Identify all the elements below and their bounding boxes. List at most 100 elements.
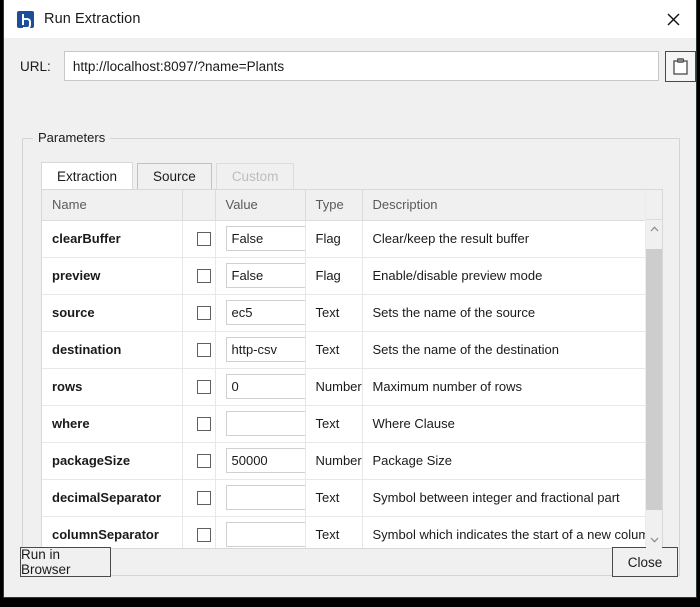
parameter-value-cell: 50000	[215, 442, 306, 480]
parameter-value-input[interactable]: False	[225, 226, 306, 251]
table-row: preview False Flag Enable/disable preview m…	[42, 257, 645, 295]
table-row: destination http-csv Text Sets the name of …	[42, 331, 645, 369]
scrollbar-thumb[interactable]	[646, 249, 662, 510]
parameters-group: Parameters Extraction Source Custom Name…	[22, 130, 680, 576]
chevron-down-icon	[650, 537, 658, 543]
parameter-description: Symbol between integer and fractional pa…	[362, 479, 645, 517]
parameter-type: Text	[305, 294, 363, 332]
parameter-type: Number	[305, 368, 363, 406]
parameter-description: Sets the name of the source	[362, 294, 645, 332]
parameter-checkbox[interactable]	[196, 417, 211, 432]
parameter-value-cell: False	[215, 257, 306, 295]
parameter-enable-cell	[182, 294, 216, 332]
close-window-button[interactable]	[650, 0, 696, 38]
parameter-checkbox[interactable]	[196, 306, 211, 321]
parameter-value-cell: 0	[215, 368, 306, 406]
tab-extraction[interactable]: Extraction	[41, 162, 134, 190]
tab-custom: Custom	[215, 163, 295, 190]
parameter-type: Flag	[305, 220, 363, 258]
parameter-description: Enable/disable preview mode	[362, 257, 645, 295]
parameter-name: clearBuffer	[42, 220, 183, 258]
chevron-up-icon	[650, 225, 658, 231]
table-row: rows 0 Number Maximum number of rows	[42, 368, 645, 406]
scrollbar-track[interactable]	[646, 237, 662, 531]
parameter-value-cell	[215, 405, 306, 443]
parameter-type: Text	[305, 479, 363, 517]
parameters-legend: Parameters	[33, 130, 111, 145]
table-row: packageSize 50000 Number Package Size	[42, 442, 645, 480]
url-row: URL: http://localhost:8097/?name=Plants	[4, 50, 696, 82]
scroll-up-button[interactable]	[646, 220, 662, 237]
column-header-name: Name	[42, 190, 183, 221]
parameter-checkbox[interactable]	[196, 343, 211, 358]
parameters-table-body: clearBuffer False Flag Clear/keep the resul…	[42, 220, 645, 548]
column-header-value: Value	[215, 190, 306, 221]
close-icon	[667, 13, 679, 25]
run-in-browser-button[interactable]: Run in Browser	[20, 547, 111, 577]
parameter-enable-cell	[182, 220, 216, 258]
url-input[interactable]: http://localhost:8097/?name=Plants	[63, 51, 660, 81]
parameter-checkbox[interactable]	[196, 454, 211, 469]
parameter-name: decimalSeparator	[42, 479, 183, 517]
column-header-type: Type	[305, 190, 363, 221]
parameter-description: Package Size	[362, 442, 645, 480]
dialog-footer: Run in Browser Close	[4, 537, 696, 597]
parameter-value-input[interactable]: 50000	[225, 448, 306, 473]
parameter-value-input[interactable]: http-csv	[225, 337, 306, 362]
parameter-checkbox[interactable]	[196, 491, 211, 506]
parameter-value-input[interactable]: False	[225, 263, 306, 288]
parameter-value-cell: http-csv	[215, 331, 306, 369]
parameter-name: rows	[42, 368, 183, 406]
parameter-type: Number	[305, 442, 363, 480]
parameter-description: Clear/keep the result buffer	[362, 220, 645, 258]
dialog-body: URL: http://localhost:8097/?name=Plants …	[4, 38, 696, 597]
parameter-description: Sets the name of the destination	[362, 331, 645, 369]
column-header-description: Description	[362, 190, 645, 221]
parameter-value-input[interactable]	[225, 411, 306, 436]
parameter-name: destination	[42, 331, 183, 369]
table-row: clearBuffer False Flag Clear/keep the resul…	[42, 220, 645, 258]
clipboard-icon	[673, 57, 688, 75]
run-extraction-dialog: Run Extraction URL: http://localhost:809…	[3, 0, 697, 598]
parameters-table-viewport: Name Value Type Description clearBuffer F…	[42, 190, 645, 548]
parameter-tabs: Extraction Source Custom	[41, 162, 298, 190]
parameter-enable-cell	[182, 479, 216, 517]
window-title: Run Extraction	[44, 11, 141, 27]
close-button[interactable]: Close	[612, 547, 678, 577]
column-header-select	[182, 190, 216, 221]
parameter-checkbox[interactable]	[196, 269, 211, 284]
parameter-description: Maximum number of rows	[362, 368, 645, 406]
parameter-type: Text	[305, 405, 363, 443]
parameter-type: Text	[305, 331, 363, 369]
burst-logo-icon	[17, 10, 34, 29]
parameter-enable-cell	[182, 405, 216, 443]
parameter-name: packageSize	[42, 442, 183, 480]
parameter-name: source	[42, 294, 183, 332]
parameter-name: preview	[42, 257, 183, 295]
parameter-value-cell: ec5	[215, 294, 306, 332]
parameter-enable-cell	[182, 257, 216, 295]
tab-source[interactable]: Source	[137, 163, 212, 190]
parameter-checkbox[interactable]	[196, 380, 211, 395]
parameter-enable-cell	[182, 331, 216, 369]
parameter-enable-cell	[182, 368, 216, 406]
parameter-value-cell: False	[215, 220, 306, 258]
parameter-type: Flag	[305, 257, 363, 295]
copy-url-button[interactable]	[665, 50, 696, 82]
url-label: URL:	[20, 58, 51, 74]
table-row: decimalSeparator Text Symbol between integ…	[42, 479, 645, 517]
scrollbar-header-gap	[646, 190, 662, 220]
parameter-value-input[interactable]: ec5	[225, 300, 306, 325]
parameters-table-panel: Name Value Type Description clearBuffer F…	[41, 189, 663, 549]
parameters-table: Name Value Type Description clearBuffer F…	[42, 190, 645, 548]
parameter-value-cell	[215, 479, 306, 517]
parameter-checkbox[interactable]	[196, 232, 211, 247]
parameter-name: where	[42, 405, 183, 443]
parameter-value-input[interactable]: 0	[225, 374, 306, 399]
scroll-down-button[interactable]	[646, 531, 662, 548]
title-bar: Run Extraction	[4, 0, 696, 38]
parameter-value-input[interactable]	[225, 485, 306, 510]
parameter-enable-cell	[182, 442, 216, 480]
table-row: source ec5 Text Sets the name of the source	[42, 294, 645, 332]
table-vertical-scrollbar[interactable]	[645, 190, 662, 548]
